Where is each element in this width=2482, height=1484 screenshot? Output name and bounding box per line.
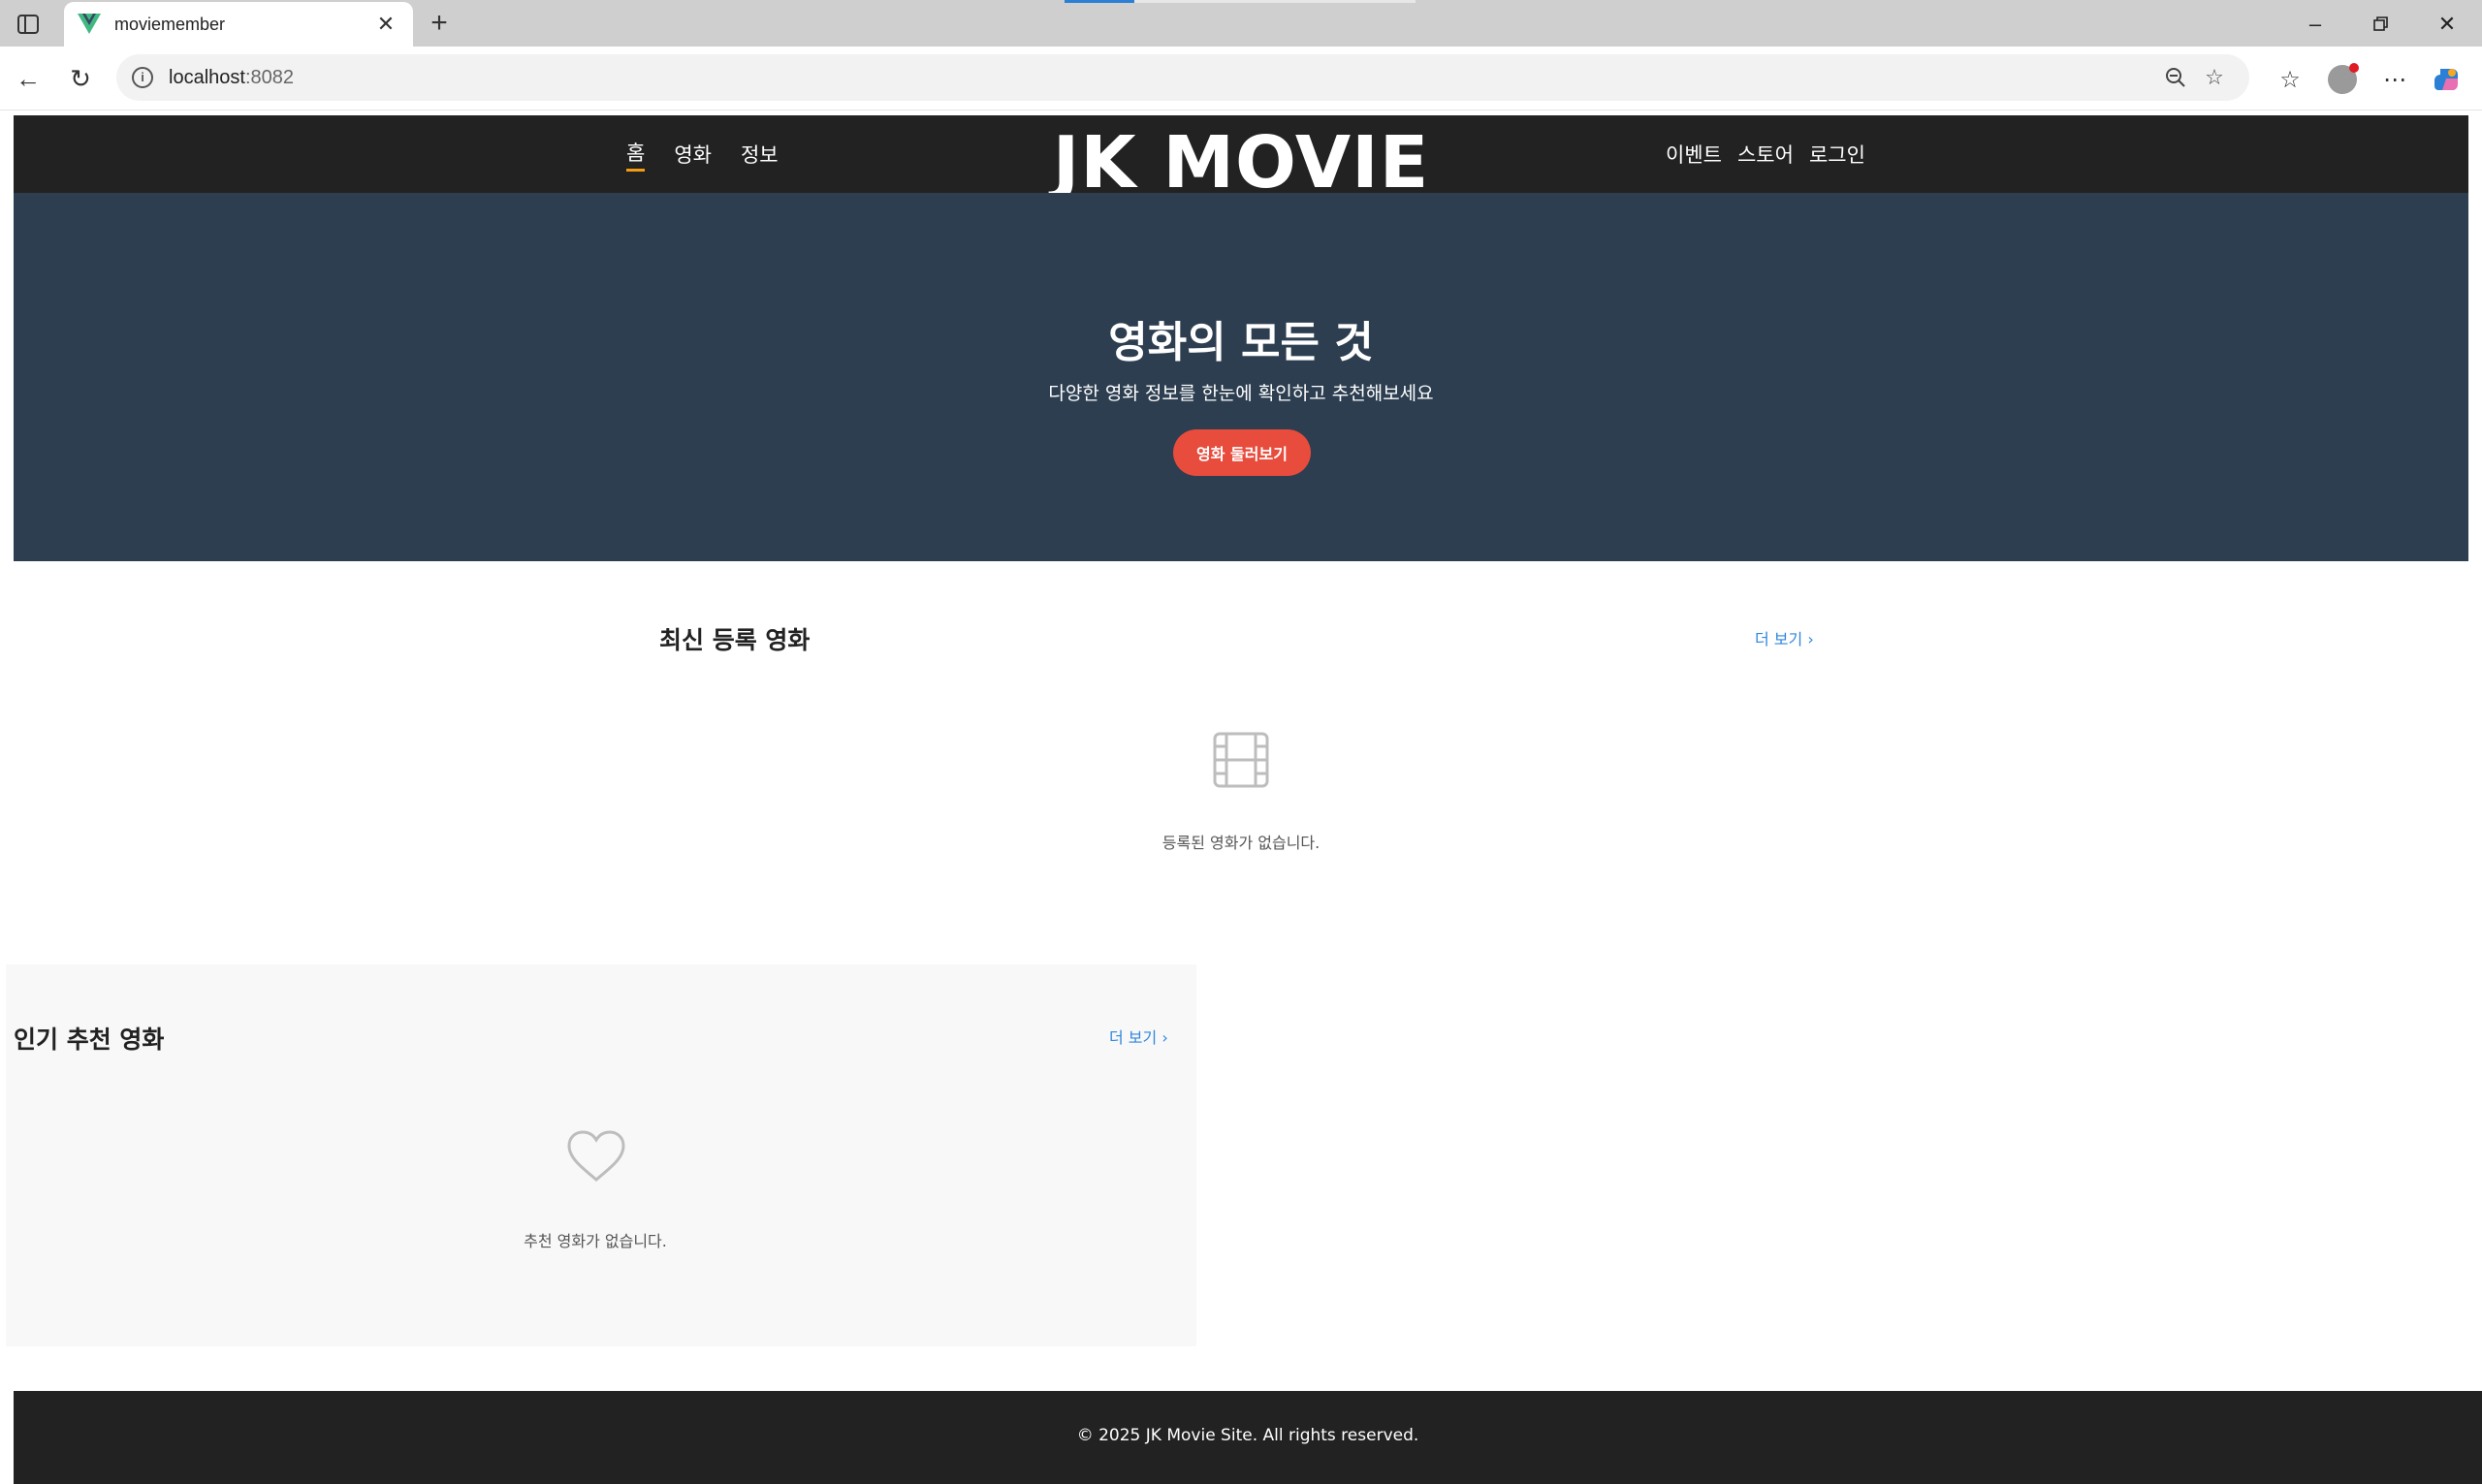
popular-empty-message: 추천 영화가 없습니다. xyxy=(524,1232,667,1250)
favorites-icon[interactable]: ☆ xyxy=(2271,60,2309,99)
minimize-icon[interactable]: – xyxy=(2288,8,2342,41)
latest-section-title: 최신 등록 영화 xyxy=(659,626,811,654)
nav-home[interactable]: 홈 xyxy=(626,138,646,172)
film-icon xyxy=(1213,732,1269,793)
latest-more-link[interactable]: 더 보기 › xyxy=(1755,626,1814,649)
latest-empty-message: 등록된 영화가 없습니다. xyxy=(1161,834,1321,852)
restore-icon[interactable] xyxy=(2354,8,2408,41)
new-tab-icon[interactable]: + xyxy=(423,8,456,41)
latest-more-label: 더 보기 xyxy=(1755,630,1803,648)
reload-icon[interactable]: ↻ xyxy=(62,60,99,97)
tab-title: moviemember xyxy=(114,14,226,34)
popular-more-link[interactable]: 더 보기 › xyxy=(1109,1025,1168,1048)
main-nav-right: 이벤트 스토어 로그인 xyxy=(1650,115,1865,193)
nav-info[interactable]: 정보 xyxy=(741,140,779,169)
popular-more-label: 더 보기 xyxy=(1109,1028,1158,1047)
avatar xyxy=(2328,63,2359,94)
browser-tab[interactable]: moviemember ✕ xyxy=(64,2,413,47)
url-port: :8082 xyxy=(244,66,294,88)
heart-icon xyxy=(566,1129,626,1188)
nav-events[interactable]: 이벤트 xyxy=(1666,140,1722,169)
favorite-star-icon[interactable]: ☆ xyxy=(2195,58,2234,97)
url-text[interactable]: localhost:8082 xyxy=(169,67,2156,89)
tab-close-icon[interactable]: ✕ xyxy=(372,12,399,37)
url-host: localhost xyxy=(169,66,245,88)
sidebar-toggle-icon[interactable] xyxy=(14,10,43,39)
loading-track xyxy=(1134,0,1416,3)
popular-section-title: 인기 추천 영화 xyxy=(14,1026,165,1054)
browse-movies-button[interactable]: 영화 둘러보기 xyxy=(1173,429,1311,476)
zoom-icon[interactable] xyxy=(2156,58,2195,97)
main-nav-left: 홈 영화 정보 xyxy=(626,115,808,193)
hero-banner: 영화의 모든 것 다양한 영화 정보를 한눈에 확인하고 추천해보세요 영화 둘… xyxy=(14,193,2468,561)
profile-icon[interactable] xyxy=(2323,60,2362,99)
address-bar[interactable]: i localhost:8082 ☆ xyxy=(116,54,2249,101)
hero-title: 영화의 모든 것 xyxy=(1108,318,1374,367)
vue-favicon-icon xyxy=(78,13,101,36)
footer-copyright: © 2025 JK Movie Site. All rights reserve… xyxy=(1076,1426,1419,1445)
browser-tab-bar: moviemember ✕ + – ✕ xyxy=(0,0,2482,47)
site-header: 홈 영화 정보 JK MOVIE 이벤트 스토어 로그인 xyxy=(14,115,2468,205)
site-info-icon[interactable]: i xyxy=(132,67,153,88)
more-options-icon[interactable]: ⋯ xyxy=(2375,60,2414,99)
nav-login[interactable]: 로그인 xyxy=(1809,140,1865,169)
nav-movies[interactable]: 영화 xyxy=(674,140,712,169)
notification-dot xyxy=(2349,63,2359,73)
popular-movies-section: 인기 추천 영화 더 보기 › 추천 영화가 없습니다. xyxy=(6,964,1196,1346)
copilot-icon[interactable] xyxy=(2428,60,2466,99)
page-viewport: 홈 영화 정보 JK MOVIE 이벤트 스토어 로그인 영화의 모든 것 다양… xyxy=(0,111,2482,1484)
hero-subtitle: 다양한 영화 정보를 한눈에 확인하고 추천해보세요 xyxy=(1048,383,1434,404)
close-window-icon[interactable]: ✕ xyxy=(2420,8,2474,41)
loading-indicator xyxy=(1065,0,1134,3)
nav-store[interactable]: 스토어 xyxy=(1737,140,1794,169)
site-footer: © 2025 JK Movie Site. All rights reserve… xyxy=(14,1391,2482,1484)
back-icon[interactable]: ← xyxy=(10,60,47,97)
browser-toolbar: ← ↻ i localhost:8082 ☆ ☆ ⋯ xyxy=(0,47,2482,111)
